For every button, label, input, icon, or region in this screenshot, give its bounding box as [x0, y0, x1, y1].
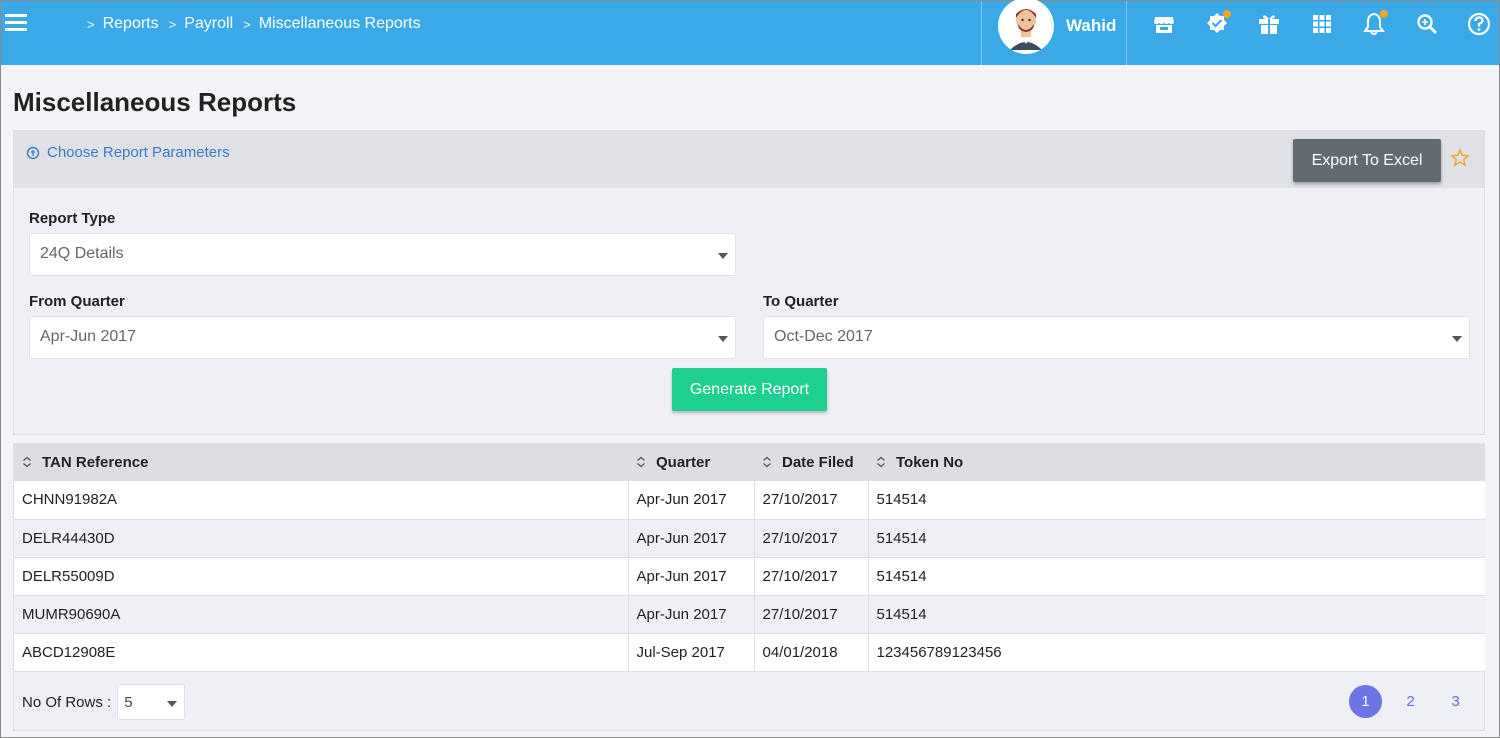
export-to-excel-button[interactable]: Export To Excel — [1293, 139, 1441, 182]
cell-quarter: Apr-Jun 2017 — [628, 557, 755, 596]
rows-per-page-label: No Of Rows : — [22, 693, 112, 711]
verified-badge-icon[interactable] — [1204, 10, 1231, 37]
help-icon[interactable] — [1466, 11, 1492, 37]
column-header-quarter[interactable]: Quarter — [628, 444, 754, 481]
cell-date-filed: 27/10/2017 — [754, 519, 869, 558]
breadcrumb-item-payroll[interactable]: Payroll — [184, 15, 233, 33]
hamburger-menu-icon[interactable] — [5, 14, 29, 34]
chevron-right-icon: > — [243, 16, 251, 32]
cell-token-no: 514514 — [868, 519, 1485, 558]
choose-report-parameters-label: Choose Report Parameters — [47, 144, 230, 161]
report-type-label: Report Type — [29, 210, 116, 227]
choose-report-parameters-toggle[interactable]: Choose Report Parameters — [26, 144, 230, 161]
store-icon[interactable] — [1151, 11, 1177, 37]
page-button-2[interactable]: 2 — [1394, 685, 1427, 718]
table-row[interactable]: DELR55009D Apr-Jun 2017 27/10/2017 51451… — [14, 557, 1485, 596]
column-header-label: TAN Reference — [42, 454, 149, 471]
cell-date-filed: 27/10/2017 — [754, 557, 869, 596]
rows-per-page-value: 5 — [124, 694, 133, 711]
table-row[interactable]: CHNN91982A Apr-Jun 2017 27/10/2017 51451… — [14, 481, 1485, 520]
page-title: Miscellaneous Reports — [13, 87, 297, 117]
to-quarter-label: To Quarter — [763, 293, 839, 310]
table-row[interactable]: MUMR90690A Apr-Jun 2017 27/10/2017 51451… — [14, 595, 1485, 634]
cell-tan-reference: DELR55009D — [14, 557, 629, 596]
results-table-panel: TAN Reference Quarter Date Filed Token N… — [13, 443, 1485, 731]
report-type-select[interactable]: 24Q Details — [29, 233, 736, 276]
username[interactable]: Wahid — [1066, 16, 1116, 36]
page-button-1[interactable]: 1 — [1349, 685, 1382, 718]
cell-tan-reference: MUMR90690A — [14, 595, 629, 634]
column-header-label: Token No — [896, 454, 964, 471]
column-header-label: Date Filed — [782, 454, 854, 471]
top-bar: > Reports > Payroll > Miscellaneous Repo… — [1, 0, 1500, 65]
cell-date-filed: 27/10/2017 — [754, 481, 869, 520]
sort-icon — [637, 456, 645, 468]
pagination: 1 2 3 — [1337, 685, 1472, 718]
from-quarter-label: From Quarter — [29, 293, 125, 310]
column-header-token-no[interactable]: Token No — [868, 444, 1485, 481]
from-quarter-select[interactable]: Apr-Jun 2017 — [29, 316, 736, 359]
cell-date-filed: 04/01/2018 — [754, 633, 869, 672]
column-header-tan-reference[interactable]: TAN Reference — [14, 444, 628, 481]
apps-grid-icon[interactable] — [1309, 11, 1335, 37]
page-button-3[interactable]: 3 — [1439, 685, 1472, 718]
rows-per-page: No Of Rows : 5 — [22, 684, 186, 720]
table-row[interactable]: DELR44430D Apr-Jun 2017 27/10/2017 51451… — [14, 519, 1485, 558]
notification-dot — [1222, 10, 1231, 18]
column-header-label: Quarter — [656, 454, 711, 471]
table-header-row: TAN Reference Quarter Date Filed Token N… — [14, 444, 1485, 481]
from-quarter-value: Apr-Jun 2017 — [40, 328, 137, 345]
cell-date-filed: 27/10/2017 — [754, 595, 869, 634]
bell-icon[interactable] — [1361, 10, 1388, 37]
cell-quarter: Apr-Jun 2017 — [628, 519, 755, 558]
cell-quarter: Apr-Jun 2017 — [628, 595, 755, 634]
table-row[interactable]: ABCD12908E Jul-Sep 2017 04/01/2018 12345… — [14, 633, 1485, 672]
cell-tan-reference: DELR44430D — [14, 519, 629, 558]
chevron-right-icon: > — [168, 16, 177, 32]
info-circle-icon — [26, 146, 40, 159]
search-zoom-icon[interactable] — [1414, 11, 1440, 37]
to-quarter-select[interactable]: Oct-Dec 2017 — [763, 316, 1470, 359]
top-icon-group — [1151, 10, 1500, 41]
breadcrumb-item-current: Miscellaneous Reports — [258, 15, 421, 32]
user-menu[interactable]: Wahid — [981, 0, 1127, 65]
caret-down-icon — [1452, 336, 1462, 342]
generate-report-button[interactable]: Generate Report — [672, 368, 827, 411]
cell-token-no: 123456789123456 — [868, 633, 1485, 672]
cell-quarter: Apr-Jun 2017 — [628, 481, 755, 520]
column-header-date-filed[interactable]: Date Filed — [754, 444, 868, 481]
report-parameters-panel: Choose Report Parameters Export To Excel… — [13, 130, 1485, 435]
parameters-header: Choose Report Parameters Export To Excel — [14, 131, 1484, 188]
to-quarter-value: Oct-Dec 2017 — [774, 328, 873, 345]
cell-token-no: 514514 — [868, 595, 1485, 634]
sort-icon — [23, 456, 31, 468]
sort-icon — [877, 456, 885, 468]
cell-quarter: Jul-Sep 2017 — [628, 633, 755, 672]
avatar[interactable] — [998, 0, 1054, 54]
chevron-right-icon: > — [87, 16, 95, 32]
breadcrumb-item-reports[interactable]: Reports — [103, 15, 159, 33]
results-table: TAN Reference Quarter Date Filed Token N… — [14, 444, 1485, 672]
cell-tan-reference: CHNN91982A — [14, 481, 629, 520]
cell-tan-reference: ABCD12908E — [14, 633, 629, 672]
caret-down-icon — [167, 701, 178, 707]
notification-dot — [1380, 10, 1388, 18]
sort-icon — [763, 456, 771, 468]
cell-token-no: 514514 — [868, 481, 1485, 520]
breadcrumb: > Reports > Payroll > Miscellaneous Repo… — [87, 15, 431, 33]
caret-down-icon — [718, 253, 728, 259]
cell-token-no: 514514 — [868, 557, 1485, 596]
gift-icon[interactable] — [1256, 11, 1282, 37]
caret-down-icon — [718, 336, 728, 342]
report-type-value: 24Q Details — [40, 245, 124, 262]
rows-per-page-select[interactable]: 5 — [117, 684, 186, 720]
star-favorite-icon[interactable] — [1450, 148, 1470, 168]
